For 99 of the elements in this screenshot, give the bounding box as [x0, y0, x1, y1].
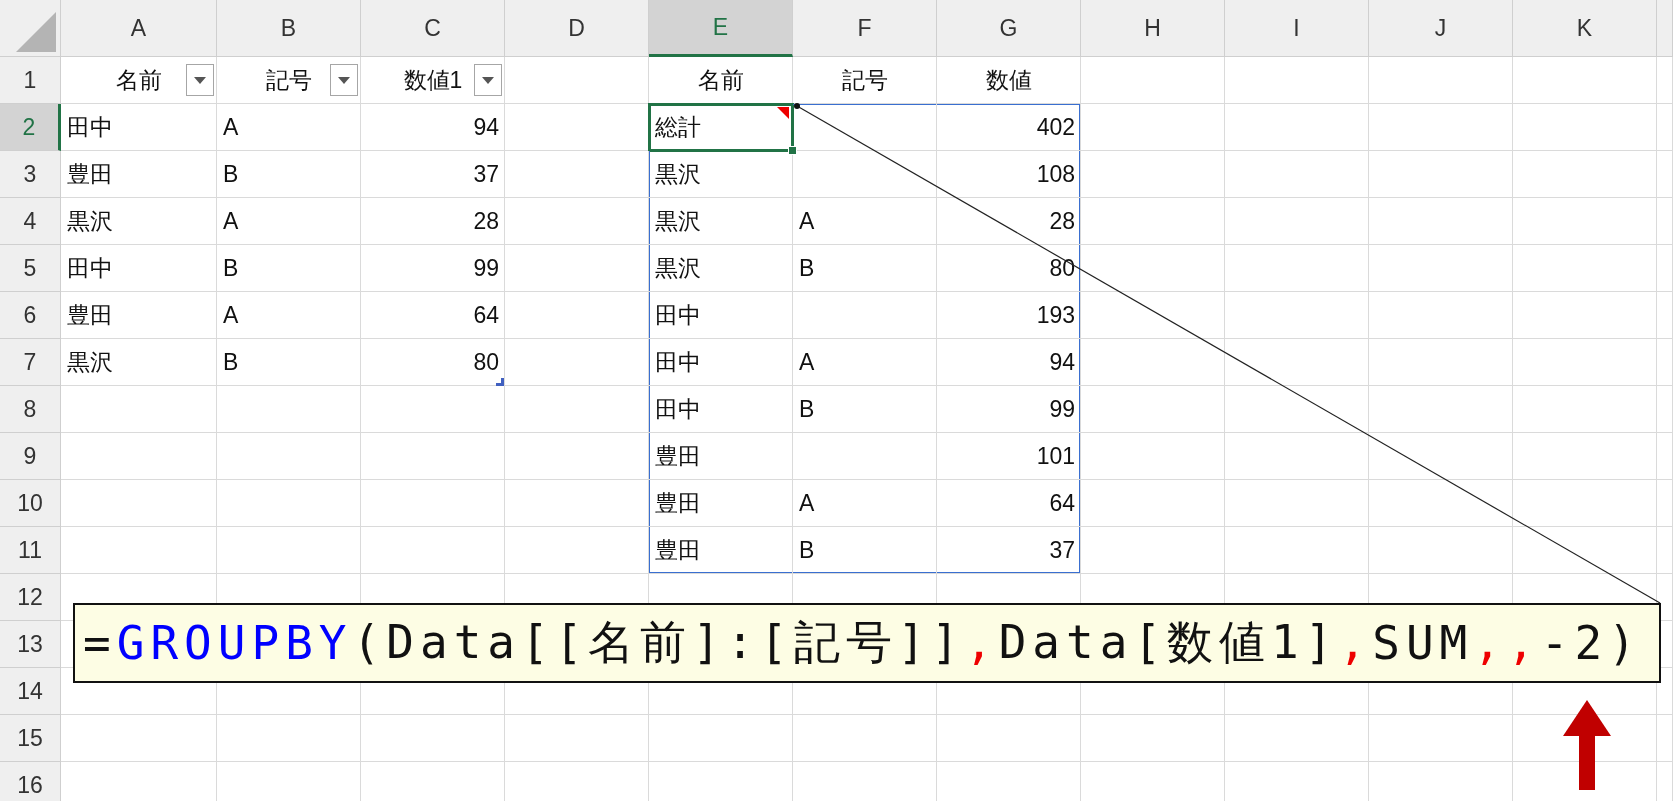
- cell-value: B: [223, 160, 239, 188]
- column-header[interactable]: I: [1225, 0, 1369, 57]
- column-header[interactable]: H: [1081, 0, 1225, 57]
- cell-value: A: [799, 348, 815, 376]
- row-header[interactable]: 13: [0, 621, 61, 668]
- row-header[interactable]: 4: [0, 198, 61, 245]
- row-header[interactable]: 14: [0, 668, 61, 715]
- table-cell: [1657, 386, 1673, 433]
- cell-value: 黒沢: [67, 206, 113, 236]
- table-cell: [1657, 339, 1673, 386]
- column-header[interactable]: F: [793, 0, 937, 57]
- cell-value: A: [223, 113, 239, 141]
- cell-value: 94: [473, 113, 499, 141]
- cell-value: 101: [1036, 442, 1075, 470]
- table-cell: [1657, 433, 1673, 480]
- column-heading: 数値: [986, 65, 1032, 95]
- cell-value: 37: [473, 160, 499, 188]
- column-heading: 記号: [266, 65, 312, 95]
- cell-value: A: [799, 207, 815, 235]
- row-header[interactable]: 7: [0, 339, 61, 386]
- fill-handle[interactable]: [788, 146, 797, 155]
- formula-callout: =GROUPBY(Data[[名前]:[記号]],Data[数値1],SUM,,-2): [73, 603, 1661, 683]
- cell-value: 28: [473, 207, 499, 235]
- cell-value: 80: [1049, 254, 1075, 282]
- column-header[interactable]: A: [61, 0, 217, 57]
- dropdown-caret-icon: [194, 76, 206, 84]
- column-header[interactable]: B: [217, 0, 361, 57]
- cell-value: 豊田: [67, 300, 113, 330]
- row-header[interactable]: 10: [0, 480, 61, 527]
- cell-value: 豊田: [655, 488, 701, 518]
- column-header[interactable]: J: [1369, 0, 1513, 57]
- row-header[interactable]: 1: [0, 57, 61, 104]
- cell-value: 99: [473, 254, 499, 282]
- cell-value: 田中: [655, 300, 701, 330]
- column-header[interactable]: G: [937, 0, 1081, 57]
- column-heading: 名前: [116, 65, 162, 95]
- cell-value: 豊田: [67, 159, 113, 189]
- cell-value: 豊田: [655, 535, 701, 565]
- column-header[interactable]: D: [505, 0, 649, 57]
- cell-value: 99: [1049, 395, 1075, 423]
- cell-value: 田中: [67, 253, 113, 283]
- row-header[interactable]: 2: [0, 104, 61, 151]
- cell-value: B: [223, 348, 239, 376]
- column-header[interactable]: K: [1513, 0, 1657, 57]
- cell-value: B: [799, 536, 815, 564]
- table-cell: [1657, 292, 1673, 339]
- table-cell: [1657, 245, 1673, 292]
- cell-value: 田中: [655, 347, 701, 377]
- table-cell: [1657, 104, 1673, 151]
- row-header[interactable]: 6: [0, 292, 61, 339]
- table-cell: [1657, 198, 1673, 245]
- cell-value: 108: [1036, 160, 1075, 188]
- row-header[interactable]: 8: [0, 386, 61, 433]
- filter-button[interactable]: [474, 64, 502, 96]
- table-resize-handle[interactable]: [496, 378, 504, 386]
- row-header[interactable]: 3: [0, 151, 61, 198]
- cell-value: A: [799, 489, 815, 517]
- cell-value: 総計: [655, 112, 701, 142]
- cell-value: A: [223, 301, 239, 329]
- table-cell: [1657, 715, 1673, 762]
- column-heading: 数値1: [403, 65, 463, 95]
- row-header[interactable]: 11: [0, 527, 61, 574]
- cell-value: 黒沢: [655, 206, 701, 236]
- column-heading: 記号: [842, 65, 888, 95]
- row-header[interactable]: 15: [0, 715, 61, 762]
- dropdown-caret-icon: [482, 76, 494, 84]
- table-cell: [1657, 57, 1673, 104]
- cell-value: 402: [1036, 113, 1075, 141]
- row-header[interactable]: 5: [0, 245, 61, 292]
- dropdown-caret-icon: [338, 76, 350, 84]
- cell-value: 田中: [67, 112, 113, 142]
- row-header[interactable]: 9: [0, 433, 61, 480]
- cell-value: 64: [473, 301, 499, 329]
- cell-value: B: [799, 254, 815, 282]
- column-header[interactable]: C: [361, 0, 505, 57]
- row-header[interactable]: 12: [0, 574, 61, 621]
- cell-value: 黒沢: [655, 253, 701, 283]
- selected-cell[interactable]: 総計: [649, 104, 793, 151]
- cell-value: 64: [1049, 489, 1075, 517]
- column-heading: 名前: [698, 65, 744, 95]
- cell-value: 28: [1049, 207, 1075, 235]
- filter-button[interactable]: [330, 64, 358, 96]
- row-header[interactable]: 16: [0, 762, 61, 801]
- column-header[interactable]: E: [649, 0, 793, 57]
- filter-button[interactable]: [186, 64, 214, 96]
- cell-value: 94: [1049, 348, 1075, 376]
- cell-value: 豊田: [655, 441, 701, 471]
- table-cell: [1657, 480, 1673, 527]
- cell-value: A: [223, 207, 239, 235]
- cell-value: B: [799, 395, 815, 423]
- table-cell: [1657, 151, 1673, 198]
- cell-value: 80: [473, 348, 499, 376]
- cell-value: 田中: [655, 394, 701, 424]
- cell-value: 黒沢: [655, 159, 701, 189]
- table-cell: [1657, 527, 1673, 574]
- cell-value: B: [223, 254, 239, 282]
- cell-value: 193: [1036, 301, 1075, 329]
- cell-value: 37: [1049, 536, 1075, 564]
- cell-value: 黒沢: [67, 347, 113, 377]
